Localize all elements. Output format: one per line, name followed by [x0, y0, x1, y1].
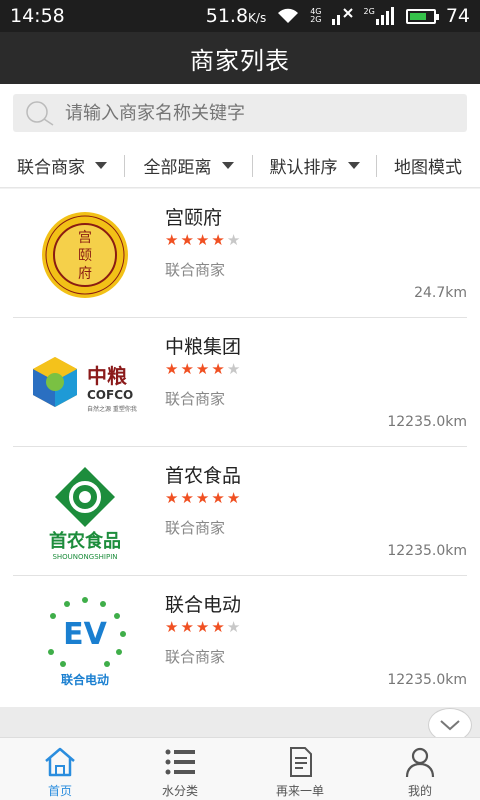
merchant-name: 联合电动: [165, 594, 242, 616]
svg-text:首农食品: 首农食品: [49, 530, 121, 552]
star-empty-icon: ★: [226, 618, 241, 636]
svg-text:联合电动: 联合电动: [61, 672, 109, 687]
merchant-name: 宫颐府: [165, 207, 223, 229]
ev-logo: EV 联合电动: [25, 592, 145, 692]
star-filled-icon: ★: [195, 618, 210, 636]
filter-merchant-type[interactable]: 联合商家: [0, 154, 124, 178]
star-filled-icon: ★: [211, 489, 225, 507]
list-item[interactable]: 宫 颐 府 宫颐府 ★ ★ ★ ★ ★ 联合商家 24.7km: [13, 189, 467, 318]
filter-bar: 联合商家 全部距离 默认排序 地图模式: [0, 144, 480, 188]
signal-4g-icon: 4G 2G: [310, 7, 322, 24]
star-filled-icon: ★: [165, 618, 179, 636]
status-time: 14:58: [10, 5, 65, 27]
svg-text:自然之源 重塑你我: 自然之源 重塑你我: [87, 405, 137, 413]
svg-text:COFCO: COFCO: [87, 388, 133, 402]
star-filled-icon: ★: [165, 360, 179, 378]
svg-text:颐: 颐: [78, 248, 92, 264]
star-filled-icon: ★: [211, 360, 225, 378]
caret-down-icon: [221, 162, 234, 169]
list-item[interactable]: 中粮 COFCO 自然之源 重塑你我 中粮集团 ★ ★ ★ ★ ★ 联合商家 12235…: [13, 318, 467, 447]
chevron-down-icon: [440, 720, 460, 731]
list-icon: [165, 749, 195, 775]
gongyifu-seal-logo: 宫 颐 府: [25, 205, 145, 305]
star-filled-icon: ★: [180, 231, 194, 249]
filter-distance[interactable]: 全部距离: [125, 154, 252, 178]
star-filled-icon: ★: [211, 618, 225, 636]
svg-text:SHOUNONGSHIPIN: SHOUNONGSHIPIN: [52, 553, 117, 561]
star-filled-icon: ★: [180, 360, 194, 378]
network-speed: 51.8K/s: [205, 5, 267, 27]
merchant-distance: 12235.0km: [387, 672, 467, 688]
page-title: 商家列表: [190, 46, 290, 75]
tab-categories[interactable]: 水分类: [120, 738, 240, 800]
merchant-name: 中粮集团: [165, 336, 242, 358]
star-empty-icon: ★: [226, 360, 241, 378]
star-filled-icon: ★: [195, 231, 210, 249]
signal-x-icon: [331, 8, 353, 25]
list-footer-band: [0, 707, 480, 737]
user-icon: [405, 747, 435, 778]
filter-map-mode[interactable]: 地图模式: [377, 154, 479, 178]
battery-icon: [405, 8, 439, 24]
wifi-icon: [278, 8, 299, 23]
home-icon: [45, 747, 75, 777]
merchant-name: 首农食品: [165, 465, 242, 487]
caret-down-icon: [347, 162, 360, 169]
status-bar: 14:58 51.8K/s 4G 2G 2G 74: [0, 0, 480, 32]
cofco-logo: 中粮 COFCO 自然之源 重塑你我: [25, 334, 145, 434]
star-filled-icon: ★: [226, 489, 241, 507]
bottom-tab-bar: 首页 水分类 再来一单 我的: [0, 737, 480, 800]
star-rating: ★ ★ ★ ★ ★: [165, 491, 240, 506]
signal-2g-icon: 2G: [364, 7, 396, 25]
star-filled-icon: ★: [165, 489, 179, 507]
star-filled-icon: ★: [165, 231, 179, 249]
star-rating: ★ ★ ★ ★ ★: [165, 620, 240, 635]
star-filled-icon: ★: [195, 360, 210, 378]
merchant-distance: 12235.0km: [387, 414, 467, 430]
svg-text:中粮: 中粮: [87, 364, 127, 388]
star-filled-icon: ★: [180, 489, 194, 507]
tab-profile[interactable]: 我的: [360, 738, 480, 800]
title-bar: 商家列表: [0, 32, 480, 84]
merchant-list: 宫 颐 府 宫颐府 ★ ★ ★ ★ ★ 联合商家 24.7km 中粮 COFCO 自然之…: [0, 189, 480, 707]
shounong-logo: 首农食品 SHOUNONGSHIPIN: [25, 463, 145, 563]
star-rating: ★ ★ ★ ★ ★: [165, 362, 240, 377]
star-empty-icon: ★: [226, 231, 241, 249]
star-filled-icon: ★: [180, 618, 194, 636]
tab-home[interactable]: 首页: [0, 738, 120, 800]
star-rating: ★ ★ ★ ★ ★: [165, 233, 240, 248]
merchant-type: 联合商家: [165, 261, 226, 279]
document-icon: [290, 747, 312, 777]
merchant-type: 联合商家: [165, 519, 226, 537]
tab-reorder[interactable]: 再来一单: [240, 738, 360, 800]
merchant-distance: 24.7km: [414, 285, 467, 301]
merchant-type: 联合商家: [165, 648, 226, 666]
merchant-distance: 12235.0km: [387, 543, 467, 559]
search-box[interactable]: [13, 94, 467, 132]
battery-level: 74: [445, 5, 470, 27]
list-item[interactable]: 首农食品 SHOUNONGSHIPIN 首农食品 ★ ★ ★ ★ ★ 联合商家 1223…: [13, 447, 467, 576]
star-filled-icon: ★: [195, 489, 210, 507]
caret-down-icon: [95, 162, 107, 169]
search-input[interactable]: [65, 102, 445, 124]
svg-text:府: 府: [78, 266, 92, 282]
search-bar-container: [0, 84, 480, 144]
search-icon: [26, 101, 54, 126]
filter-sort[interactable]: 默认排序: [253, 154, 376, 178]
svg-text:宫: 宫: [78, 230, 92, 246]
merchant-type: 联合商家: [165, 390, 226, 408]
star-filled-icon: ★: [211, 231, 225, 249]
list-item[interactable]: EV 联合电动 联合电动 ★ ★ ★ ★ ★ 联合商家 12235.0km: [13, 576, 467, 705]
svg-text:EV: EV: [63, 617, 107, 652]
